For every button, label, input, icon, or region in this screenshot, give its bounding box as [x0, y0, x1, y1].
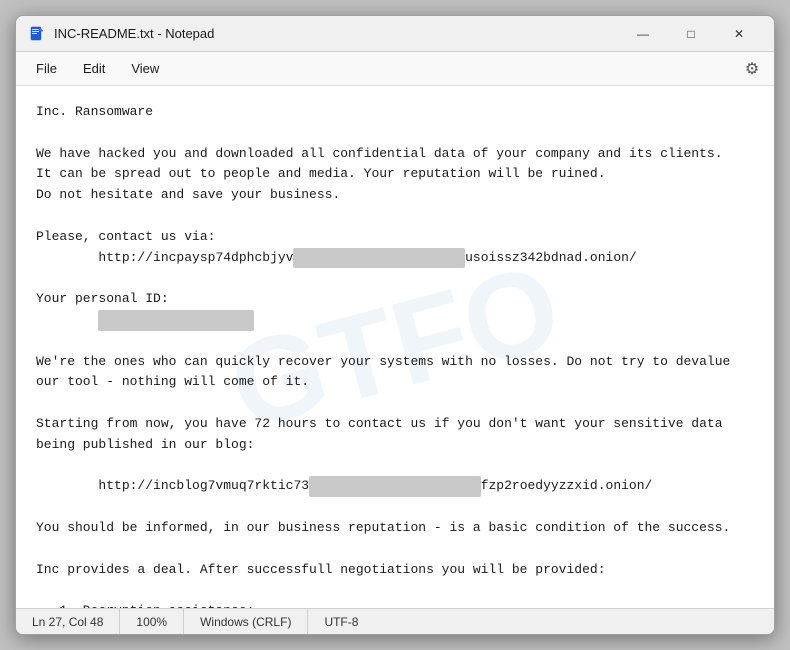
window-title: INC-README.txt - Notepad [54, 26, 620, 41]
line-14: our tool - nothing will come of it. [36, 374, 309, 389]
notepad-window: INC-README.txt - Notepad — □ ✕ File Edit… [15, 15, 775, 635]
line-19: http://incblog7vmuq7rktic73█████████████… [36, 478, 652, 493]
settings-icon[interactable]: ⚙ [738, 55, 766, 83]
zoom-level: 100% [120, 609, 184, 634]
line-19-prefix: http://incblog7vmuq7rktic73 [36, 478, 309, 493]
line-15 [36, 395, 44, 410]
menu-view[interactable]: View [119, 57, 171, 80]
line-19-suffix: fzp2roedyyzzxid.onion/ [481, 478, 653, 493]
line-08: http://incpaysp74dphcbjyv███████████████… [36, 250, 637, 265]
line-22 [36, 541, 44, 556]
line-23: Inc provides a deal. After successfull n… [36, 562, 606, 577]
line-12 [36, 333, 44, 348]
menu-items: File Edit View [24, 57, 171, 80]
line-20 [36, 499, 44, 514]
menu-edit[interactable]: Edit [71, 57, 117, 80]
cursor-position: Ln 27, Col 48 [28, 609, 120, 634]
line-13: We're the ones who can quickly recover y… [36, 354, 730, 369]
line-11-blurred: ████████████████████ [36, 312, 254, 327]
close-button[interactable]: ✕ [716, 19, 762, 49]
line-09 [36, 270, 44, 285]
line-18 [36, 458, 44, 473]
line-08-suffix: usoissz342bdnad.onion/ [465, 250, 637, 265]
minimize-button[interactable]: — [620, 19, 666, 49]
window-controls: — □ ✕ [620, 19, 762, 49]
line-ending: Windows (CRLF) [184, 609, 308, 634]
line-25: 1. Decryption assistance; [36, 603, 254, 608]
line-08-blurred: ██████████████████████ [293, 248, 465, 269]
line-07: Please, contact us via: [36, 229, 215, 244]
line-08-prefix: http://incpaysp74dphcbjyv [36, 250, 293, 265]
encoding: UTF-8 [308, 609, 374, 634]
menu-bar: File Edit View ⚙ [16, 52, 774, 86]
line-16: Starting from now, you have 72 hours to … [36, 416, 723, 431]
line-06 [36, 208, 44, 223]
line-01: Inc. Ransomware [36, 104, 153, 119]
line-19-blurred: ██████████████████████ [309, 476, 481, 497]
line-02 [36, 125, 44, 140]
line-10: Your personal ID: [36, 291, 169, 306]
personal-id-blurred: ████████████████████ [98, 310, 254, 331]
menu-file[interactable]: File [24, 57, 69, 80]
title-bar: INC-README.txt - Notepad — □ ✕ [16, 16, 774, 52]
line-24 [36, 582, 44, 597]
text-content: Inc. Ransomware We have hacked you and d… [36, 102, 754, 608]
status-bar: Ln 27, Col 48 100% Windows (CRLF) UTF-8 [16, 608, 774, 634]
line-05: Do not hesitate and save your business. [36, 187, 340, 202]
line-04: It can be spread out to people and media… [36, 166, 606, 181]
maximize-button[interactable]: □ [668, 19, 714, 49]
line-03: We have hacked you and downloaded all co… [36, 146, 723, 161]
line-21: You should be informed, in our business … [36, 520, 730, 535]
line-17: being published in our blog: [36, 437, 254, 452]
app-icon [28, 25, 46, 43]
text-editor-area[interactable]: GTFO Inc. Ransomware We have hacked you … [16, 86, 774, 608]
